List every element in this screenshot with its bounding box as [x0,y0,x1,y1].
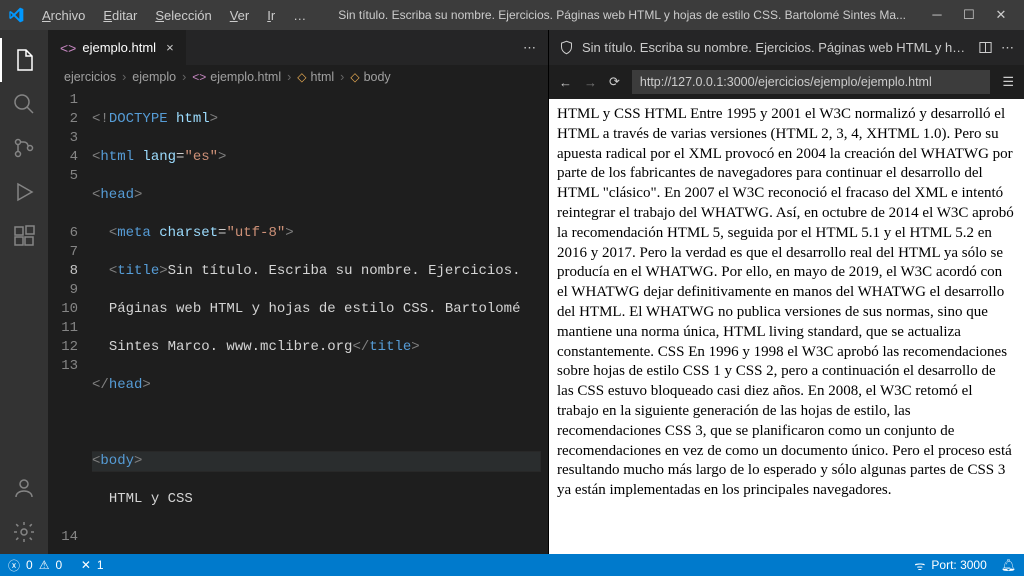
preview-shield-icon [559,40,574,55]
vscode-logo-icon [8,7,24,23]
nav-forward-icon[interactable]: → [584,75,597,90]
breadcrumbs[interactable]: ejercicios› ejemplo› <> ejemplo.html› ◇ … [48,65,548,89]
reload-icon[interactable]: ⟳ [609,74,620,90]
ports-icon: ✕ [81,558,91,572]
maximize-icon[interactable]: ☐ [962,7,976,23]
nav-back-icon[interactable]: ← [559,75,572,90]
symbol-icon: ◇ [350,70,359,84]
preview-tab-title[interactable]: Sin título. Escriba su nombre. Ejercicio… [582,40,970,55]
preview-document[interactable]: HTML y CSS HTML Entre 1995 y 2001 el W3C… [549,99,1024,554]
html-file-icon: <> [60,40,76,56]
menu-overflow[interactable]: … [285,4,314,27]
editor-pane: <> ejemplo.html × ⋯ ejercicios› ejemplo›… [48,30,548,554]
menu-editar[interactable]: Editar [95,4,145,27]
split-editor-icon[interactable] [978,40,993,55]
bell-icon[interactable]: 🔔︎ [1001,558,1016,572]
line-gutter: 1234567891011121314 [48,89,92,554]
preview-url-input[interactable]: http://127.0.0.1:3000/ejercicios/ejemplo… [632,70,990,94]
menu-ir[interactable]: Ir [259,4,283,27]
crumb-symbol[interactable]: body [364,70,391,84]
menu-archivo[interactable]: Archivo [34,4,93,27]
crumb-symbol[interactable]: html [311,70,335,84]
symbol-icon: ◇ [297,70,306,84]
more-actions-icon[interactable]: ⋯ [523,40,536,56]
extensions-icon[interactable] [0,214,48,258]
menu-icon[interactable]: ☰ [1002,74,1014,90]
account-icon[interactable] [0,466,48,510]
code-editor[interactable]: 1234567891011121314 <!DOCTYPE html> <htm… [48,89,548,554]
code-lines[interactable]: <!DOCTYPE html> <html lang="es"> <head> … [92,89,548,554]
menu-bar: Archivo Editar Selección Ver Ir … [34,4,314,27]
editor-tab-row: <> ejemplo.html × ⋯ [48,30,548,65]
minimize-icon[interactable]: ─ [930,7,944,23]
status-port[interactable]: ᯤ Port: 3000 [914,557,986,574]
crumb-folder[interactable]: ejercicios [64,70,116,84]
activity-bar [0,30,48,554]
window-title: Sin título. Escriba su nombre. Ejercicio… [314,8,930,22]
tab-close-icon[interactable]: × [166,40,174,55]
menu-ver[interactable]: Ver [222,4,258,27]
title-bar: Archivo Editar Selección Ver Ir … Sin tí… [0,0,1024,30]
run-debug-icon[interactable] [0,170,48,214]
error-icon: ⓧ [8,557,20,574]
preview-pane: Sin título. Escriba su nombre. Ejercicio… [548,30,1024,554]
close-icon[interactable]: ✕ [994,7,1008,23]
crumb-folder[interactable]: ejemplo [132,70,176,84]
explorer-icon[interactable] [0,38,48,82]
more-actions-icon[interactable]: ⋯ [1001,40,1014,56]
broadcast-icon: ᯤ [914,557,925,574]
status-problems[interactable]: ⓧ0 ⚠0 ✕1 [8,557,104,574]
status-bar: ⓧ0 ⚠0 ✕1 ᯤ Port: 3000 🔔︎ [0,554,1024,576]
search-icon[interactable] [0,82,48,126]
source-control-icon[interactable] [0,126,48,170]
tab-label: ejemplo.html [82,40,156,55]
preview-toolbar: ← → ⟳ http://127.0.0.1:3000/ejercicios/e… [549,65,1024,99]
menu-seleccion[interactable]: Selección [147,4,219,27]
crumb-file[interactable]: ejemplo.html [210,70,281,84]
warning-icon: ⚠ [39,558,50,572]
tab-ejemplo-html[interactable]: <> ejemplo.html × [48,30,187,65]
html-file-icon: <> [192,70,206,84]
settings-gear-icon[interactable] [0,510,48,554]
